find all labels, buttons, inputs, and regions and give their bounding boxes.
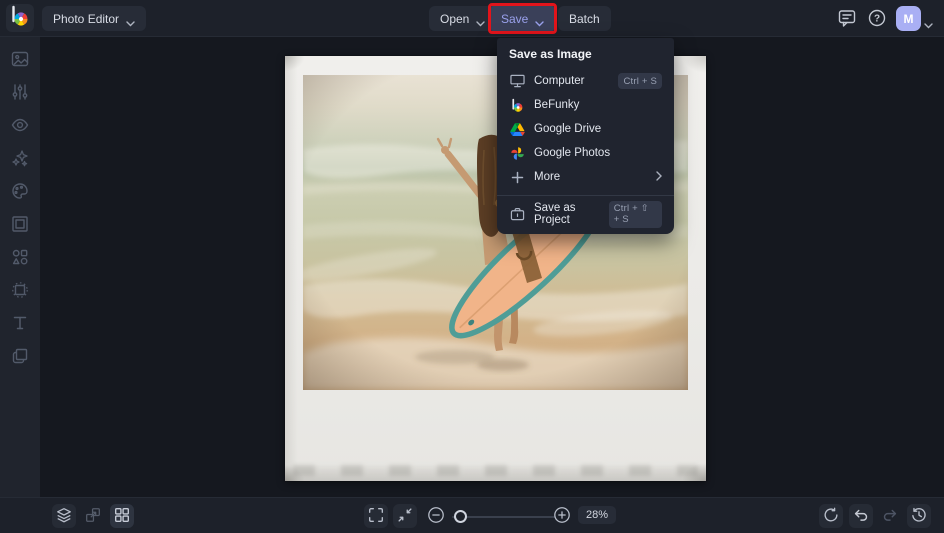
save-menu-header: Save as Image: [509, 47, 592, 61]
befunky-photo-editor: Photo Editor Open Save Batch ? M Save as…: [0, 0, 944, 533]
project-icon: [509, 206, 525, 222]
menu-divider: [497, 195, 674, 196]
mode-selector-label: Photo Editor: [53, 11, 120, 26]
graphics-shapes-icon: [10, 247, 30, 270]
help-icon: ?: [867, 8, 887, 31]
sidebar-item-effects[interactable]: [10, 149, 30, 169]
computer-icon: [509, 73, 525, 89]
sidebar-item-artsy[interactable]: [10, 182, 30, 202]
sidebar-item-touchup[interactable]: [10, 116, 30, 136]
batch-button-label: Batch: [569, 11, 600, 26]
resize-button[interactable]: [81, 504, 105, 528]
plus-icon: [509, 169, 525, 185]
svg-text:?: ?: [874, 13, 880, 24]
zoom-out-icon: [427, 506, 445, 527]
sidebar-item-text[interactable]: [10, 314, 30, 334]
shortcut-badge: Ctrl + S: [618, 73, 662, 89]
menu-item-google-photos[interactable]: Google Photos: [497, 141, 674, 165]
zoom-percent-badge: 28%: [578, 506, 617, 524]
save-dropdown-menu: Save as Image Computer Ctrl + S BeFunky …: [497, 38, 674, 234]
save-highlight-annotation: Save: [488, 3, 558, 34]
overlay-icon: [10, 280, 30, 303]
chevron-down-icon: [476, 16, 486, 26]
sidebar-item-graphics[interactable]: [10, 248, 30, 268]
sidebar-item-edit[interactable]: [10, 50, 30, 70]
refresh-icon: [822, 506, 840, 527]
menu-item-label: BeFunky: [534, 99, 580, 111]
sidebar-item-frames[interactable]: [10, 215, 30, 235]
google-photos-icon: [509, 145, 525, 161]
zoom-in-button[interactable]: [552, 506, 572, 526]
text-icon: [10, 313, 30, 336]
google-drive-icon: [509, 121, 525, 137]
feedback-icon: [837, 8, 857, 31]
menu-item-label: More: [534, 171, 561, 183]
reset-button[interactable]: [819, 504, 843, 528]
layers-button[interactable]: [52, 504, 76, 528]
sidebar-item-overlays[interactable]: [10, 281, 30, 301]
menu-item-label: Google Photos: [534, 147, 611, 159]
shortcut-badge: Ctrl + ⇧ + S: [608, 200, 662, 228]
befunky-icon: [509, 97, 525, 113]
image-edit-icon: [10, 49, 30, 72]
help-button[interactable]: ?: [864, 6, 890, 32]
grid-view-button[interactable]: [110, 504, 134, 528]
avatar-initial: M: [903, 11, 914, 26]
redo-icon: [881, 506, 899, 527]
account-avatar[interactable]: M: [896, 6, 921, 31]
grid-icon: [113, 506, 131, 527]
eye-icon: [10, 115, 30, 138]
chevron-down-icon: [126, 16, 135, 26]
menu-item-befunky[interactable]: BeFunky: [497, 93, 674, 117]
history-icon: [910, 506, 928, 527]
befunky-logo[interactable]: [6, 4, 34, 32]
fit-to-screen-button[interactable]: [393, 504, 417, 528]
bottom-bar: 28%: [0, 497, 944, 533]
top-bar: Photo Editor Open Save Batch ? M: [0, 0, 944, 37]
adjustments-icon: [10, 82, 30, 105]
fullscreen-button[interactable]: [364, 504, 388, 528]
save-button-label: Save: [501, 11, 529, 26]
fit-to-screen-icon: [396, 506, 414, 527]
menu-item-computer[interactable]: Computer Ctrl + S: [497, 69, 674, 93]
zoom-out-button[interactable]: [426, 506, 446, 526]
account-chevron-down-icon[interactable]: [924, 16, 933, 34]
menu-item-more[interactable]: More: [497, 165, 674, 189]
menu-item-label: Save as Project: [534, 202, 576, 226]
chevron-down-icon: [535, 16, 545, 26]
layers-icon: [55, 506, 73, 527]
history-button[interactable]: [907, 504, 931, 528]
fullscreen-icon: [367, 506, 385, 527]
menu-item-label: Computer: [534, 75, 585, 87]
batch-button[interactable]: Batch: [558, 6, 611, 31]
zoom-in-icon: [553, 506, 571, 527]
sidebar-item-textures[interactable]: [10, 347, 30, 367]
editor-canvas[interactable]: [40, 37, 944, 497]
zoom-slider[interactable]: [452, 510, 556, 523]
menu-item-save-as-project[interactable]: Save as Project Ctrl + ⇧ + S: [497, 200, 674, 228]
redo-button[interactable]: [878, 504, 902, 528]
feedback-button[interactable]: [834, 6, 860, 32]
befunky-logo-icon: [10, 5, 30, 32]
chevron-right-icon: [656, 170, 662, 184]
resize-icon: [84, 506, 102, 527]
undo-icon: [852, 506, 870, 527]
zoom-slider-knob[interactable]: [454, 510, 467, 523]
undo-button[interactable]: [849, 504, 873, 528]
mode-selector-button[interactable]: Photo Editor: [42, 6, 147, 31]
frame-icon: [10, 214, 30, 237]
tools-sidebar: [0, 37, 40, 497]
save-button[interactable]: Save: [491, 6, 555, 31]
effects-sparkle-icon: [10, 148, 30, 171]
menu-item-google-drive[interactable]: Google Drive: [497, 117, 674, 141]
sidebar-item-adjust[interactable]: [10, 83, 30, 103]
textures-icon: [10, 346, 30, 369]
artsy-palette-icon: [10, 181, 30, 204]
open-button[interactable]: Open: [429, 6, 497, 31]
menu-item-label: Google Drive: [534, 123, 602, 135]
open-button-label: Open: [440, 11, 470, 26]
